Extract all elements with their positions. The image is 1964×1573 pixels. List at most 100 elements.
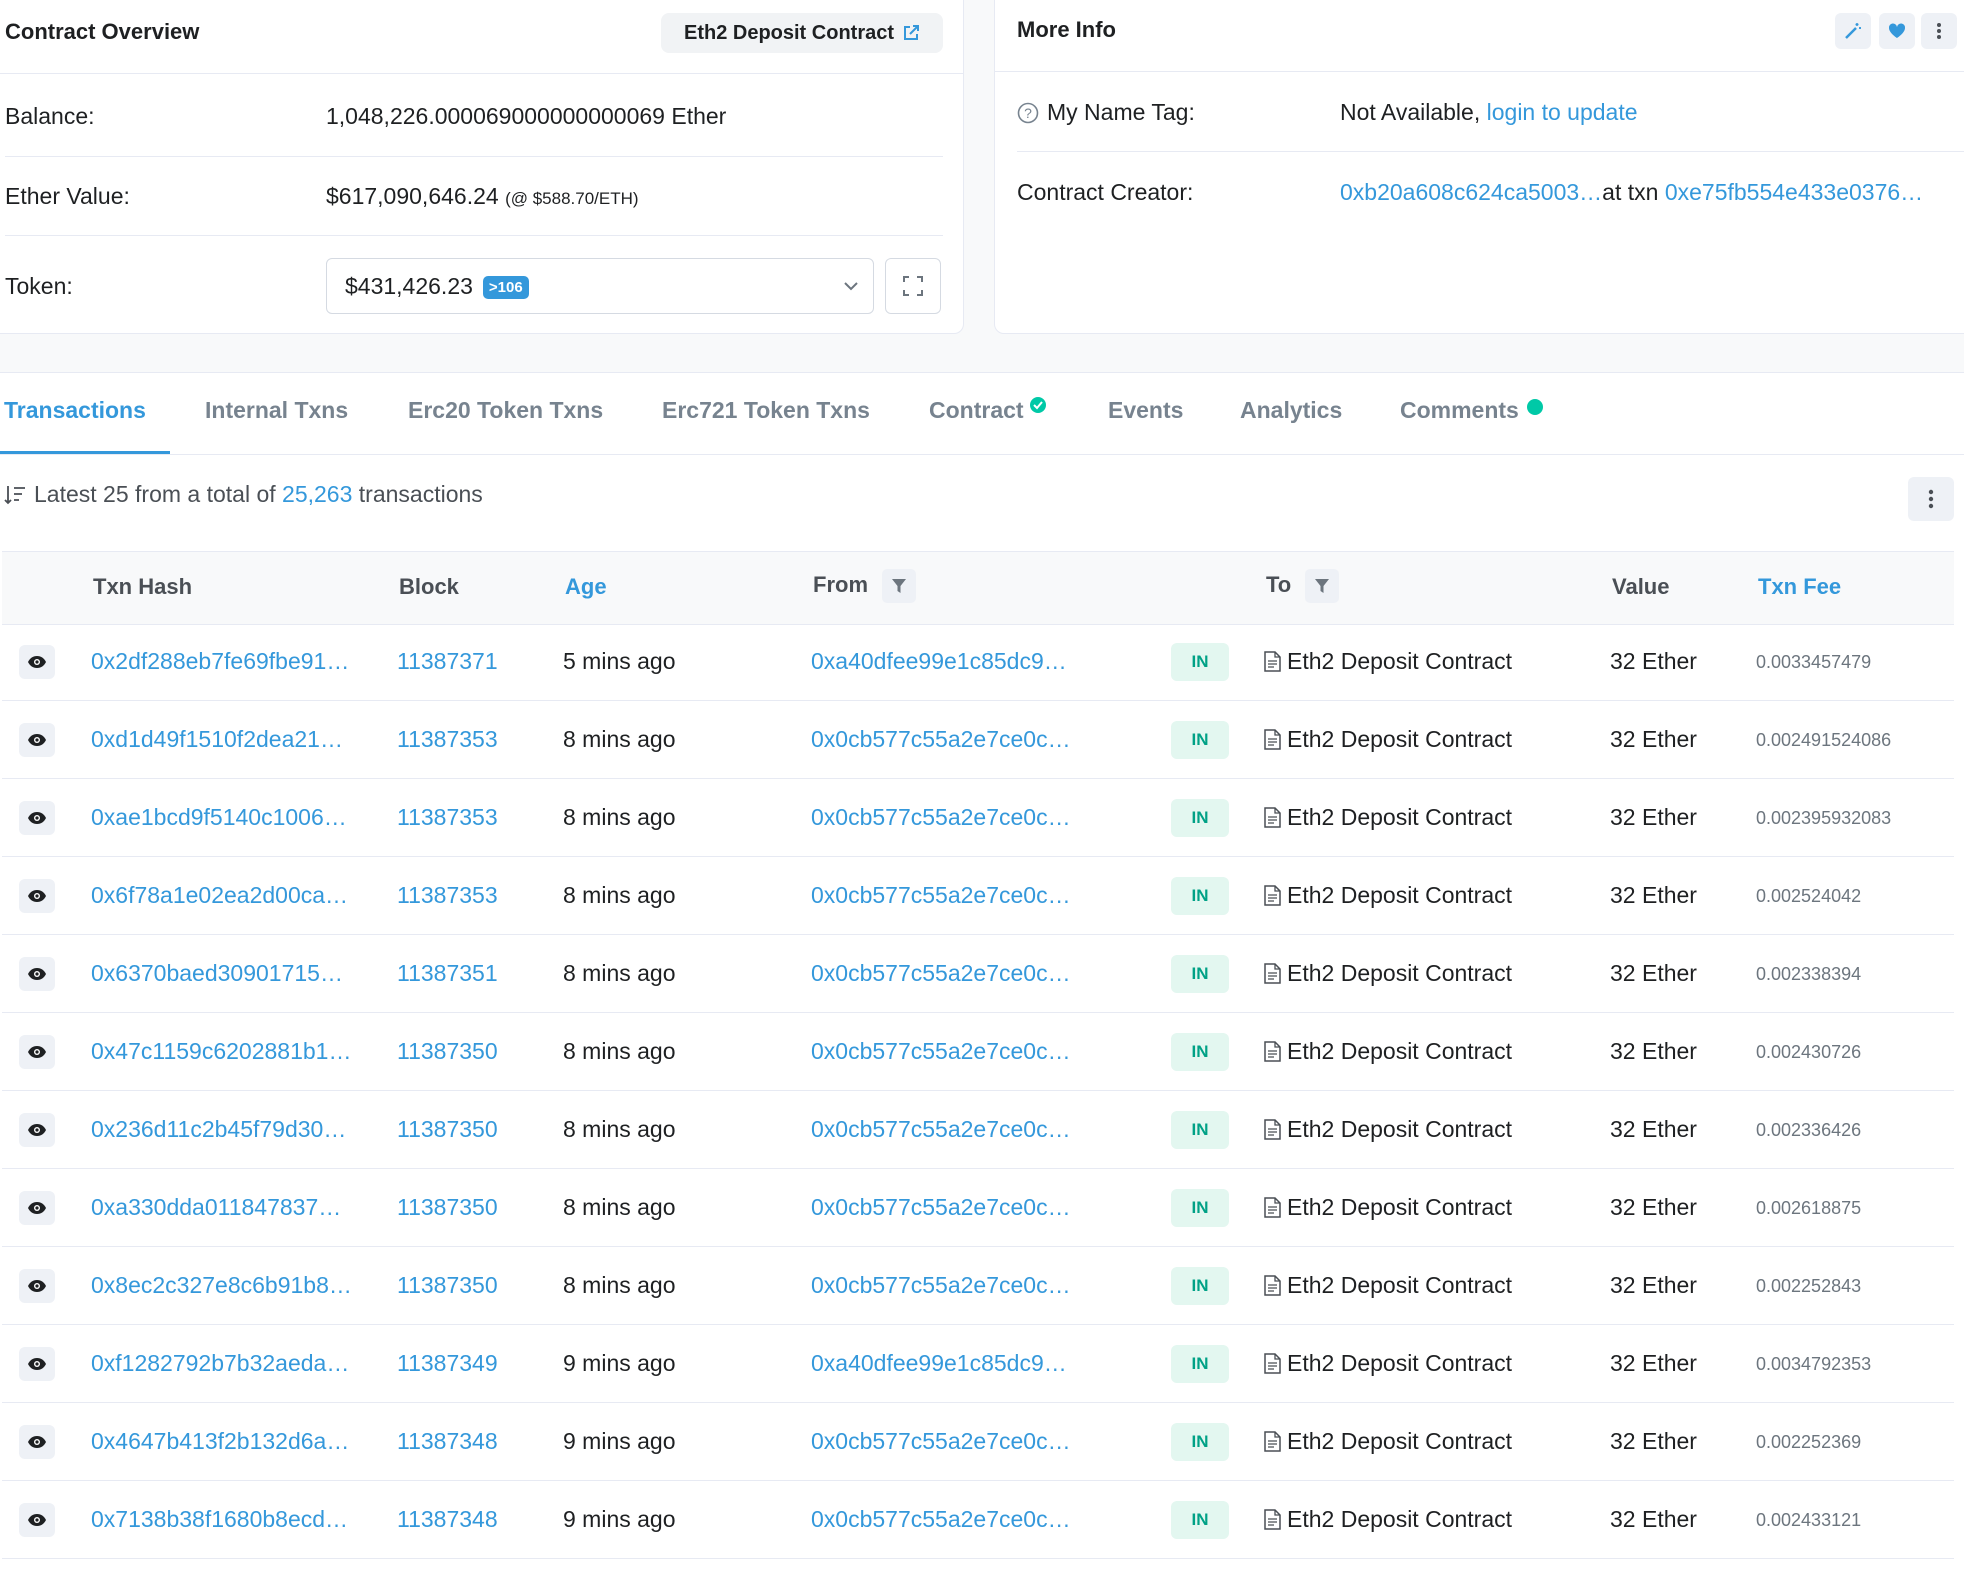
creator-value: 0xb20a608c624ca5003…at txn 0xe75fb554e43… xyxy=(1340,179,1923,206)
header-to: To xyxy=(1266,569,1340,603)
direction-badge: IN xyxy=(1171,1267,1229,1305)
from-address-link[interactable]: 0x0cb577c55a2e7ce0c… xyxy=(811,1428,1071,1455)
to-contract-link[interactable]: Eth2 Deposit Contract xyxy=(1287,1038,1512,1065)
to-contract-link[interactable]: Eth2 Deposit Contract xyxy=(1287,1350,1512,1377)
view-details-button[interactable] xyxy=(19,1425,55,1459)
tab-contract[interactable]: Contract xyxy=(929,397,1046,424)
block-link[interactable]: 11387348 xyxy=(397,1428,498,1455)
contract-file-icon xyxy=(1264,729,1281,750)
total-transactions-link[interactable]: 25,263 xyxy=(282,481,352,507)
more-options-button[interactable] xyxy=(1921,13,1957,49)
to-contract-link[interactable]: Eth2 Deposit Contract xyxy=(1287,1116,1512,1143)
view-details-button[interactable] xyxy=(19,801,55,835)
txn-hash-link[interactable]: 0x4647b413f2b132d6a… xyxy=(91,1428,349,1455)
block-link[interactable]: 11387350 xyxy=(397,1272,498,1299)
view-details-button[interactable] xyxy=(19,645,55,679)
to-contract-link[interactable]: Eth2 Deposit Contract xyxy=(1287,1506,1512,1533)
txn-fee-text: 0.002491524086 xyxy=(1756,730,1892,750)
from-address-link[interactable]: 0x0cb577c55a2e7ce0c… xyxy=(811,1272,1071,1299)
view-details-button[interactable] xyxy=(19,879,55,913)
tab-events[interactable]: Events xyxy=(1108,397,1183,424)
block-link[interactable]: 11387350 xyxy=(397,1038,498,1065)
from-address-link[interactable]: 0xa40dfee99e1c85dc9… xyxy=(811,1350,1067,1377)
txn-hash-link[interactable]: 0xae1bcd9f5140c1006… xyxy=(91,804,347,831)
contract-button-label: Eth2 Deposit Contract xyxy=(683,21,895,44)
block-link[interactable]: 11387351 xyxy=(397,960,498,987)
block-link[interactable]: 11387353 xyxy=(397,882,498,909)
row-divider xyxy=(2,778,1954,779)
login-link[interactable]: login to update xyxy=(1487,99,1638,125)
creator-address-link[interactable]: 0xb20a608c624ca5003… xyxy=(1340,179,1602,205)
view-details-button[interactable] xyxy=(19,1269,55,1303)
txn-hash-link[interactable]: 0xd1d49f1510f2dea21… xyxy=(91,726,343,753)
expand-token-button[interactable] xyxy=(885,258,941,314)
to-contract-link[interactable]: Eth2 Deposit Contract xyxy=(1287,1194,1512,1221)
to-contract: Eth2 Deposit Contract xyxy=(1264,1350,1512,1377)
txn-hash-link[interactable]: 0x2df288eb7fe69fbe91… xyxy=(91,648,349,675)
question-circle-icon[interactable]: ? xyxy=(1017,102,1039,124)
txn-hash-link[interactable]: 0x236d11c2b45f79d30… xyxy=(91,1116,346,1143)
from-address-link[interactable]: 0x0cb577c55a2e7ce0c… xyxy=(811,1194,1071,1221)
tab-analytics[interactable]: Analytics xyxy=(1240,397,1342,424)
block-link[interactable]: 11387353 xyxy=(397,804,498,831)
eth2-deposit-contract-button[interactable]: Eth2 Deposit Contract xyxy=(661,13,943,53)
from-address-link[interactable]: 0x0cb577c55a2e7ce0c… xyxy=(811,1038,1071,1065)
from-address-link[interactable]: 0x0cb577c55a2e7ce0c… xyxy=(811,1506,1071,1533)
block-link[interactable]: 11387348 xyxy=(397,1506,498,1533)
to-contract-link[interactable]: Eth2 Deposit Contract xyxy=(1287,726,1512,753)
from-address-link[interactable]: 0x0cb577c55a2e7ce0c… xyxy=(811,804,1071,831)
favorite-button[interactable] xyxy=(1879,13,1915,49)
txn-hash-link[interactable]: 0x47c1159c6202881b1… xyxy=(91,1038,351,1065)
card-divider xyxy=(995,71,1964,72)
txn-hash-link[interactable]: 0x6f78a1e02ea2d00ca… xyxy=(91,882,348,909)
block-link[interactable]: 11387350 xyxy=(397,1116,498,1143)
view-details-button[interactable] xyxy=(19,1113,55,1147)
to-contract-link[interactable]: Eth2 Deposit Contract xyxy=(1287,804,1512,831)
block-link[interactable]: 11387350 xyxy=(397,1194,498,1221)
contract-file-icon xyxy=(1264,807,1281,828)
view-details-button[interactable] xyxy=(19,1191,55,1225)
edit-button[interactable] xyxy=(1835,13,1871,49)
tab-comments[interactable]: Comments xyxy=(1400,397,1543,424)
from-address-link[interactable]: 0x0cb577c55a2e7ce0c… xyxy=(811,960,1071,987)
from-address-link[interactable]: 0x0cb577c55a2e7ce0c… xyxy=(811,1116,1071,1143)
eye-icon xyxy=(28,890,46,902)
to-contract-link[interactable]: Eth2 Deposit Contract xyxy=(1287,1272,1512,1299)
table-options-button[interactable] xyxy=(1908,477,1954,521)
txn-hash-link[interactable]: 0x6370baed30901715… xyxy=(91,960,343,987)
view-details-button[interactable] xyxy=(19,1503,55,1537)
view-details-button[interactable] xyxy=(19,723,55,757)
to-contract: Eth2 Deposit Contract xyxy=(1264,804,1512,831)
value-text: 32 Ether xyxy=(1610,1428,1697,1454)
tab-erc721-token-txns[interactable]: Erc721 Token Txns xyxy=(662,397,870,424)
block-link[interactable]: 11387353 xyxy=(397,726,498,753)
tab-internal-txns[interactable]: Internal Txns xyxy=(205,397,348,424)
to-contract: Eth2 Deposit Contract xyxy=(1264,882,1512,909)
header-age-toggle[interactable]: Age xyxy=(565,574,607,600)
tab-transactions[interactable]: Transactions xyxy=(4,397,146,424)
block-link[interactable]: 11387371 xyxy=(397,648,498,675)
txn-hash-link[interactable]: 0x7138b38f1680b8ecd… xyxy=(91,1506,348,1533)
from-address-link[interactable]: 0x0cb577c55a2e7ce0c… xyxy=(811,726,1071,753)
txn-hash-link[interactable]: 0x8ec2c327e8c6b91b8… xyxy=(91,1272,352,1299)
block-link[interactable]: 11387349 xyxy=(397,1350,498,1377)
to-contract-link[interactable]: Eth2 Deposit Contract xyxy=(1287,882,1512,909)
from-address-link[interactable]: 0xa40dfee99e1c85dc9… xyxy=(811,648,1067,675)
from-filter-button[interactable] xyxy=(882,569,916,603)
to-contract-link[interactable]: Eth2 Deposit Contract xyxy=(1287,648,1512,675)
to-contract-link[interactable]: Eth2 Deposit Contract xyxy=(1287,1428,1512,1455)
txn-hash-link[interactable]: 0xa330dda011847837… xyxy=(91,1194,341,1221)
view-details-button[interactable] xyxy=(19,1035,55,1069)
from-address-link[interactable]: 0x0cb577c55a2e7ce0c… xyxy=(811,882,1071,909)
header-txn-fee-toggle[interactable]: Txn Fee xyxy=(1758,574,1841,600)
view-details-button[interactable] xyxy=(19,1347,55,1381)
tab-erc20-token-txns[interactable]: Erc20 Token Txns xyxy=(408,397,603,424)
view-details-button[interactable] xyxy=(19,957,55,991)
creator-txn-link[interactable]: 0xe75fb554e433e0376… xyxy=(1665,179,1923,205)
to-contract-link[interactable]: Eth2 Deposit Contract xyxy=(1287,960,1512,987)
card-divider xyxy=(0,73,963,74)
txn-hash-link[interactable]: 0xf1282792b7b32aeda… xyxy=(91,1350,349,1377)
balance-value: 1,048,226.000069000000000069 Ether xyxy=(326,103,727,129)
token-holdings-dropdown[interactable]: $431,426.23 >106 xyxy=(326,258,874,314)
to-filter-button[interactable] xyxy=(1305,569,1340,603)
